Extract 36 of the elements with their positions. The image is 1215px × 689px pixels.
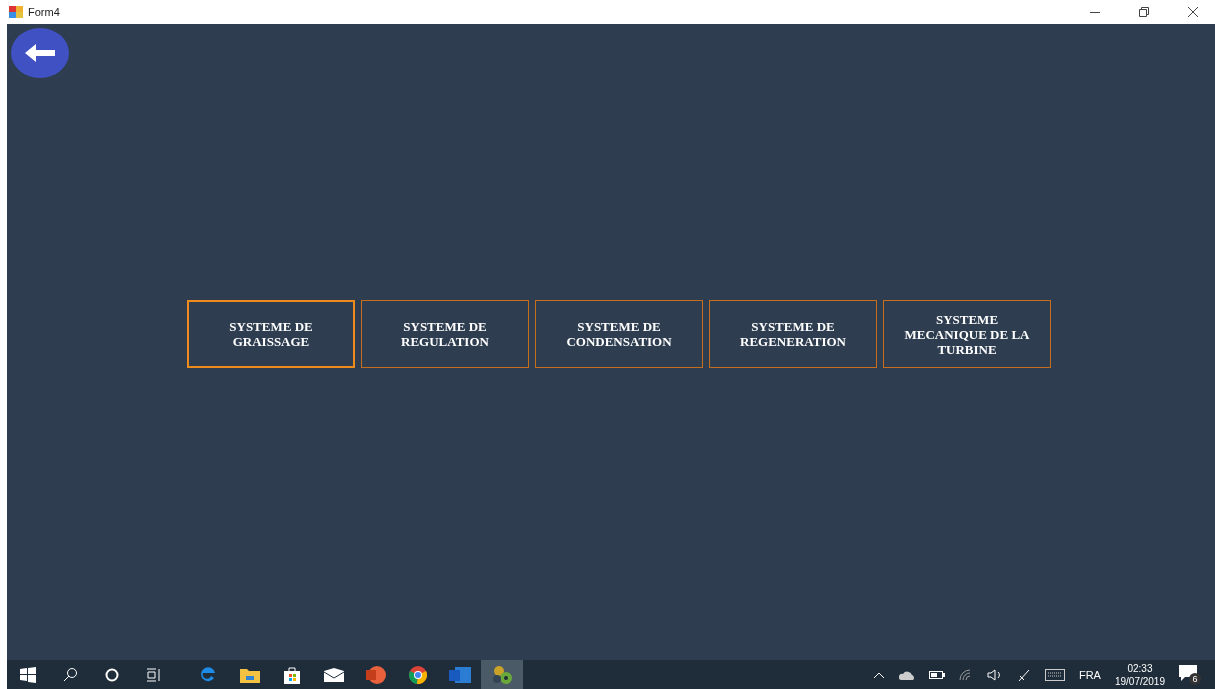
notification-button[interactable]: 6	[1179, 664, 1201, 685]
battery-icon[interactable]	[928, 670, 945, 679]
system-button[interactable]: SYSTEME DE REGENERATION	[709, 300, 877, 368]
mail-icon	[324, 667, 344, 682]
browser-e-icon	[199, 665, 217, 684]
back-button[interactable]	[11, 28, 69, 78]
gears-icon	[491, 664, 513, 685]
document-app-icon	[449, 665, 471, 684]
windows-icon	[20, 666, 36, 683]
system-button[interactable]: SYSTEME DE CONDENSATION	[535, 300, 703, 368]
message-icon	[1179, 664, 1197, 681]
presentation-app-icon	[365, 665, 387, 684]
close-icon	[1188, 7, 1198, 17]
shopping-bag-icon	[283, 665, 301, 684]
restore-icon	[1139, 7, 1149, 17]
app-icon	[9, 6, 23, 18]
clock-date[interactable]: 19/07/2019	[1114, 674, 1165, 688]
clock-time[interactable]: 02:33	[1127, 661, 1153, 675]
task-view-icon	[146, 667, 162, 682]
keyboard-icon[interactable]	[1044, 668, 1065, 681]
minimize-icon	[1090, 11, 1100, 13]
folder-icon	[240, 666, 260, 683]
search-icon	[62, 666, 78, 683]
chevron-up-icon[interactable]	[872, 670, 885, 679]
language-indicator[interactable]: FRA	[1078, 668, 1101, 681]
system-button[interactable]: SYSTEME MECANIQUE DE LA TURBINE	[883, 300, 1051, 368]
speaker-icon[interactable]	[986, 668, 1003, 681]
circle-icon	[105, 667, 119, 682]
pen-icon[interactable]	[1016, 667, 1031, 682]
cloud-icon[interactable]	[898, 669, 915, 680]
system-button[interactable]: SYSTEME DE REGULATION	[361, 300, 529, 368]
back-arrow-icon	[25, 43, 55, 63]
chrome-icon	[409, 665, 427, 684]
system-button[interactable]: SYSTEME DE GRAISSAGE	[187, 300, 355, 368]
window-title: Form4	[28, 6, 61, 18]
wifi-icon[interactable]	[958, 668, 973, 681]
